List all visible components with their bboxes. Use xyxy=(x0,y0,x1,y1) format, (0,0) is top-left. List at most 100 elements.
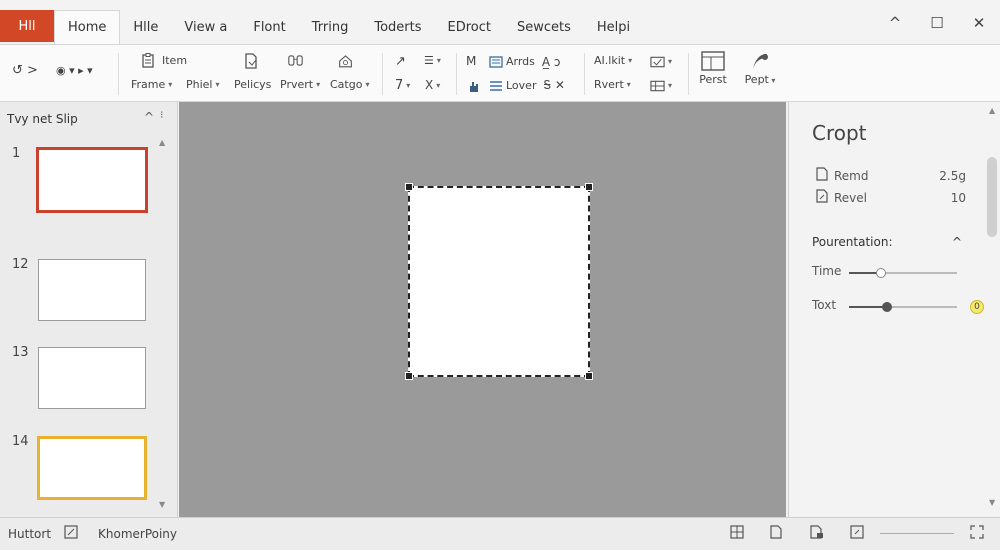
chevron-down-icon: ▾ xyxy=(168,80,173,89)
app-logo[interactable]: Hll xyxy=(0,10,54,42)
pept-button[interactable]: Pept ▾ xyxy=(740,51,780,86)
undo-icon: ↺ > xyxy=(12,63,38,78)
slider-value-badge: 0 xyxy=(970,300,984,314)
slide-preview[interactable] xyxy=(36,147,148,213)
pivot-icon-button[interactable] xyxy=(288,53,303,68)
scroll-down-icon[interactable]: ▼ xyxy=(159,500,165,509)
lover-button[interactable]: Lover Ꭶ ✕ xyxy=(488,78,565,93)
minimize-button[interactable]: ^ xyxy=(874,8,916,38)
tab-training[interactable]: Trring xyxy=(299,10,362,44)
pept-label: Pept xyxy=(744,73,769,86)
revel-row[interactable]: Revel 10 xyxy=(816,189,966,206)
slide-preview[interactable] xyxy=(38,347,146,409)
resize-handle-bottom-left[interactable] xyxy=(405,372,413,380)
chevron-up-icon[interactable]: ^ xyxy=(952,235,962,249)
tab-view[interactable]: View a xyxy=(171,10,240,44)
window-controls: ^ ☐ ✕ xyxy=(874,8,1000,38)
frame-label: Frame xyxy=(131,78,166,91)
status-left-text[interactable]: Huttort xyxy=(8,527,51,541)
list-dropdown[interactable]: ☰ ▾ xyxy=(424,54,441,67)
hand-button[interactable] xyxy=(466,78,481,93)
slide-number: 12 xyxy=(12,257,29,272)
m-icon: M xyxy=(466,54,477,68)
arrds-button[interactable]: Arrds A̲ ↄ xyxy=(488,54,561,69)
perst-button[interactable]: Perst xyxy=(693,51,733,86)
slide-canvas[interactable] xyxy=(179,102,786,517)
status-middle-text[interactable]: KhomerPoiny xyxy=(98,527,177,541)
frame-dropdown[interactable]: Frame ▾ xyxy=(131,78,172,91)
undo-button[interactable]: ↺ > xyxy=(12,63,38,78)
reading-view-icon[interactable] xyxy=(810,525,824,543)
alist-dropdown[interactable]: AI.lkit ▾ xyxy=(594,54,632,67)
slide-preview[interactable] xyxy=(38,259,146,321)
scroll-down-icon[interactable]: ▼ xyxy=(989,498,995,507)
ribbon-separator xyxy=(118,53,119,95)
house-icon xyxy=(338,53,353,68)
fit-to-window-icon[interactable] xyxy=(970,525,984,543)
chevron-down-icon: ▾ xyxy=(436,80,441,90)
accessibility-icon[interactable] xyxy=(64,525,78,543)
line-button[interactable]: ↗ xyxy=(395,54,406,69)
time-slider-track[interactable] xyxy=(849,268,957,278)
clear-button[interactable]: X ▾ xyxy=(425,78,440,92)
slide-number: 13 xyxy=(12,345,29,360)
tab-toderts[interactable]: Toderts xyxy=(361,10,434,44)
title-bar: Hll Home Hlle View a Flont Trring Todert… xyxy=(0,0,1000,44)
rvert-dropdown[interactable]: Rvert ▾ xyxy=(594,78,631,91)
crop-selection[interactable] xyxy=(405,183,593,380)
time-slider-thumb[interactable] xyxy=(876,268,887,278)
tab-file[interactable]: Hlle xyxy=(120,10,171,44)
pivot-dropdown[interactable]: Prvert ▾ xyxy=(280,78,320,91)
pixel-dropdown[interactable]: Phiel ▾ xyxy=(186,78,220,91)
time-slider-row: Time xyxy=(812,264,962,280)
chevron-down-icon: ▾ xyxy=(316,80,321,89)
resize-handle-top-right[interactable] xyxy=(585,183,593,191)
tab-font[interactable]: Flont xyxy=(240,10,298,44)
normal-view-icon[interactable] xyxy=(730,525,744,543)
slides-scrollbar[interactable]: ▲ ▼ xyxy=(158,138,170,513)
grid-dropdown[interactable]: ▾ xyxy=(650,78,672,93)
policy-button[interactable]: Pelicys xyxy=(234,78,271,91)
page-view-icon[interactable] xyxy=(770,525,782,543)
section-title: Pourentation: xyxy=(812,235,893,249)
redo-icon: ◉ ▾ ▸ ▾ xyxy=(56,64,93,77)
slide-preview[interactable] xyxy=(37,436,147,500)
presenter-view-icon[interactable] xyxy=(850,525,864,543)
status-bar: Huttort KhomerPoiny xyxy=(0,517,1000,550)
orientation-section-header[interactable]: Pourentation: ^ xyxy=(812,235,962,249)
item-button[interactable]: Item xyxy=(140,53,187,68)
text-slider-track[interactable] xyxy=(849,302,957,312)
m-button[interactable]: M xyxy=(466,54,476,68)
slides-panel-title: Tvy net Slip xyxy=(7,112,78,126)
check-dropdown[interactable]: ▾ xyxy=(650,54,672,69)
layout-icon xyxy=(693,51,733,71)
remd-row[interactable]: Remd 2.5g xyxy=(816,167,966,184)
ribbon-separator xyxy=(688,53,689,95)
chevron-down-icon: ▾ xyxy=(668,57,673,66)
tab-effect[interactable]: EDroct xyxy=(435,10,504,44)
scroll-up-icon[interactable]: ▲ xyxy=(159,138,165,147)
tab-help[interactable]: Helpi xyxy=(584,10,643,44)
collapse-icon[interactable]: ^ xyxy=(144,110,154,124)
seven-button[interactable]: 7 ▾ xyxy=(395,78,410,93)
pane-scrollbar-thumb[interactable] xyxy=(987,157,997,237)
tab-home[interactable]: Home xyxy=(54,10,121,44)
resize-handle-bottom-right[interactable] xyxy=(585,372,593,380)
pin-icon[interactable]: ⁝ xyxy=(160,110,163,124)
policy-icon-button[interactable] xyxy=(243,52,258,69)
catgo-icon-button[interactable] xyxy=(338,53,353,68)
catgo-dropdown[interactable]: Catgo ▾ xyxy=(330,78,369,91)
redo-button[interactable]: ◉ ▾ ▸ ▾ xyxy=(56,64,93,77)
tab-sewcets[interactable]: Sewcets xyxy=(504,10,584,44)
text-slider-thumb[interactable] xyxy=(881,302,892,312)
zoom-slider[interactable] xyxy=(880,533,954,534)
perst-label: Perst xyxy=(699,73,727,86)
remd-value: 2.5g xyxy=(939,168,966,183)
resize-handle-top-left[interactable] xyxy=(405,183,413,191)
page-icon xyxy=(816,167,834,184)
close-button[interactable]: ✕ xyxy=(958,8,1000,38)
scroll-up-icon[interactable]: ▲ xyxy=(989,106,995,115)
maximize-button[interactable]: ☐ xyxy=(916,8,958,38)
list-icon: ☰ xyxy=(424,54,434,67)
chevron-down-icon: ▾ xyxy=(406,81,411,90)
